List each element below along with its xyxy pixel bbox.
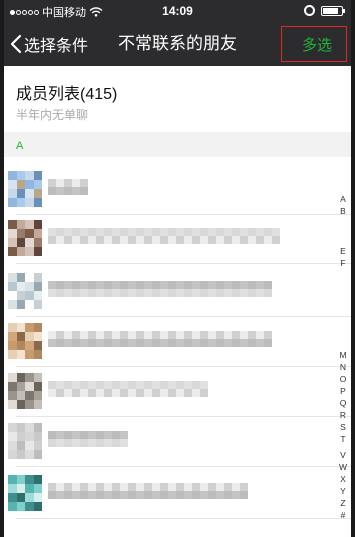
contact-row[interactable] [4,212,351,264]
index-letter-p[interactable]: P [337,386,349,396]
index-letter-x[interactable]: X [337,474,349,484]
alphabet-index[interactable]: A B E F M N O P Q R S T V W X Y Z # [337,194,349,534]
contact-row[interactable] [4,265,351,317]
member-list-header: 成员列表(415) 半年内无单聊 [4,66,351,132]
multi-select-button[interactable]: 多选 [281,26,347,62]
index-letter-s[interactable]: S [337,422,349,432]
index-letter-v[interactable]: V [337,450,349,460]
index-letter-a[interactable]: A [337,194,349,204]
avatar [8,323,42,359]
avatar [8,475,42,511]
index-letter-f[interactable]: F [337,258,349,268]
index-letter-b[interactable]: B [337,206,349,216]
contact-list [4,157,351,537]
index-letter-z[interactable]: Z [337,498,349,508]
filter-subtitle: 半年内无单聊 [16,108,89,122]
index-letter-n[interactable]: N [337,362,349,372]
row-divider [16,518,351,519]
contact-name-blurred [48,331,272,347]
section-header-a: A [4,138,351,156]
back-label: 选择条件 [24,38,89,55]
rotation-lock-icon [304,5,315,16]
contact-name-blurred [48,179,92,195]
index-letter-q[interactable]: Q [337,398,349,408]
avatar [8,373,42,409]
index-letter-r[interactable]: R [337,410,349,420]
contact-row[interactable] [4,467,351,519]
navigation-bar: 选择条件 不常联系的朋友 多选 [4,22,351,66]
index-letter-m[interactable]: M [337,350,349,360]
contact-row[interactable] [4,163,351,215]
chevron-left-icon [10,34,22,54]
index-letter-t[interactable]: T [337,434,349,444]
contact-row[interactable] [4,415,351,467]
index-letter-w[interactable]: W [337,462,349,472]
contact-row[interactable] [4,365,351,417]
avatar [8,423,42,459]
screen: 中国移动 14:09 选择条件 不常联系的朋友 多选 成员列表(415) 半年内… [4,0,351,537]
contact-row[interactable] [4,315,351,367]
contact-name-blurred [48,281,278,297]
avatar [8,220,42,256]
index-letter-e[interactable]: E [337,246,349,256]
index-letter-hash[interactable]: # [337,510,349,520]
contact-name-blurred [48,483,248,499]
battery-icon [321,6,345,16]
status-bar: 中国移动 14:09 [4,0,351,22]
contact-name-blurred [48,381,214,397]
back-button[interactable]: 选择条件 [10,22,88,66]
avatar [8,171,42,207]
avatar [8,273,42,309]
section-letter: A [16,140,24,152]
member-count-title: 成员列表(415) [16,86,118,103]
contact-name-blurred [48,228,284,244]
row-divider [16,263,351,264]
index-letter-y[interactable]: Y [337,486,349,496]
clock: 14:09 [162,4,193,18]
index-letter-o[interactable]: O [337,374,349,384]
contact-name-blurred [48,431,128,447]
